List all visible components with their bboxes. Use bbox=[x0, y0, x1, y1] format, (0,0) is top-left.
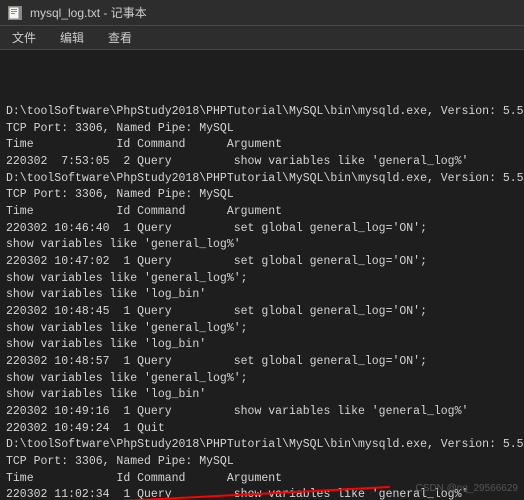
log-line: show variables like 'general_log%' bbox=[6, 237, 518, 254]
log-line: D:\toolSoftware\PhpStudy2018\PHPTutorial… bbox=[6, 437, 518, 454]
menu-file[interactable]: 文件 bbox=[8, 28, 40, 47]
log-line: 220302 10:46:40 1 Query set global gener… bbox=[6, 221, 518, 238]
log-line: show variables like 'log_bin' bbox=[6, 337, 518, 354]
watermark: CSDN @nq_29566629 bbox=[416, 482, 518, 497]
window: mysql_log.txt - 记事本 文件 编辑 查看 D:\toolSoft… bbox=[0, 0, 524, 500]
log-line: D:\toolSoftware\PhpStudy2018\PHPTutorial… bbox=[6, 171, 518, 188]
menu-edit[interactable]: 编辑 bbox=[56, 28, 88, 47]
notepad-icon bbox=[8, 6, 22, 20]
menu-view[interactable]: 查看 bbox=[104, 28, 136, 47]
log-line: TCP Port: 3306, Named Pipe: MySQL bbox=[6, 187, 518, 204]
menu-bar: 文件 编辑 查看 bbox=[0, 26, 524, 50]
content-area[interactable]: D:\toolSoftware\PhpStudy2018\PHPTutorial… bbox=[0, 50, 524, 500]
log-line: Time Id Command Argument bbox=[6, 204, 518, 221]
log-line: show variables like 'log_bin' bbox=[6, 287, 518, 304]
log-line: TCP Port: 3306, Named Pipe: MySQL bbox=[6, 454, 518, 471]
log-line: show variables like 'general_log%'; bbox=[6, 321, 518, 338]
log-line: show variables like 'log_bin' bbox=[6, 387, 518, 404]
log-line: show variables like 'general_log%'; bbox=[6, 271, 518, 288]
log-line: 220302 10:47:02 1 Query set global gener… bbox=[6, 254, 518, 271]
log-line: 220302 10:49:24 1 Quit bbox=[6, 421, 518, 438]
log-line: TCP Port: 3306, Named Pipe: MySQL bbox=[6, 121, 518, 138]
log-line: 220302 7:53:05 2 Query show variables li… bbox=[6, 154, 518, 171]
log-line: show variables like 'general_log%'; bbox=[6, 371, 518, 388]
log-line: 220302 10:48:57 1 Query set global gener… bbox=[6, 354, 518, 371]
log-line: 220302 10:49:16 1 Query show variables l… bbox=[6, 404, 518, 421]
log-line: D:\toolSoftware\PhpStudy2018\PHPTutorial… bbox=[6, 104, 518, 121]
title-text: mysql_log.txt - 记事本 bbox=[30, 4, 147, 21]
log-line: 220302 10:48:45 1 Query set global gener… bbox=[6, 304, 518, 321]
log-line: Time Id Command Argument bbox=[6, 137, 518, 154]
title-bar: mysql_log.txt - 记事本 bbox=[0, 0, 524, 26]
